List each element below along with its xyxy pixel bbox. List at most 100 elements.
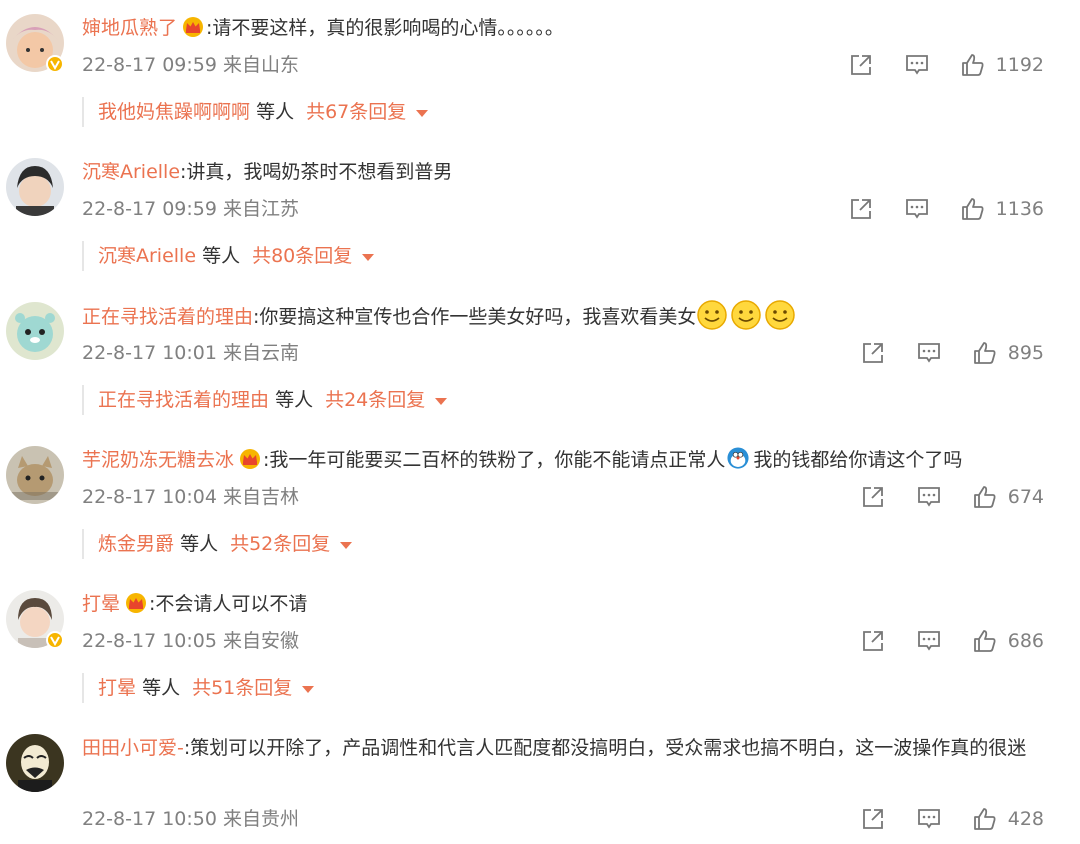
chevron-down-icon[interactable] (340, 541, 353, 549)
smile-emoji-icon (765, 300, 796, 330)
share-icon[interactable] (860, 340, 886, 366)
comment-line: 婶地瓜熟了:请不要这样，真的很影响喝的心情。。。。。。 (82, 11, 1050, 45)
comment-location: 来自江苏 (223, 198, 300, 220)
comment-meta: 22-8-17 10:04 来自吉林 (82, 482, 299, 512)
avatar[interactable] (6, 446, 64, 504)
comment-time: 22-8-17 10:04 (82, 486, 217, 508)
reply-username[interactable]: 正在寻找活着的理由 (98, 385, 269, 415)
comment-icon[interactable] (916, 628, 942, 654)
reply-etc: 等人 (256, 101, 295, 123)
like-count: 895 (1007, 342, 1044, 364)
thumbs-up-icon[interactable] (960, 52, 986, 78)
reply-summary[interactable]: 炼金男爵 等人 共52条回复 (82, 529, 353, 559)
comment-line: 田田小可爱-:策划可以开除了，产品调性和代言人匹配度都没搞明白，受众需求也搞不明… (82, 731, 1050, 765)
like-count: 428 (1007, 808, 1044, 830)
share-icon[interactable] (860, 806, 886, 832)
chevron-down-icon[interactable] (435, 397, 448, 405)
username-link[interactable]: 芋泥奶冻无糖去冰 (82, 449, 234, 471)
comment-meta: 22-8-17 10:05 来自安徽 (82, 626, 299, 656)
username-link[interactable]: 田田小可爱- (82, 737, 184, 759)
comment-location: 来自山东 (223, 54, 300, 76)
like-count: 674 (1007, 486, 1044, 508)
comment-text: :策划可以开除了，产品调性和代言人匹配度都没搞明白，受众需求也搞不明白，这一波操… (183, 737, 1027, 759)
like-count: 686 (1007, 630, 1044, 652)
reply-summary[interactable]: 我他妈焦躁啊啊啊 等人 共67条回复 (82, 97, 429, 127)
comment-time: 22-8-17 09:59 (82, 54, 217, 76)
chevron-down-icon[interactable] (416, 109, 429, 117)
verified-badge-icon (46, 631, 64, 649)
reply-count-link[interactable]: 共24条回复 (325, 385, 425, 415)
comment-line: 打晕 :不会请人可以不请 (82, 587, 1050, 621)
reply-summary[interactable]: 沉寒Arielle 等人 共80条回复 (82, 241, 375, 271)
reply-etc: 等人 (142, 677, 181, 699)
reply-count-link[interactable]: 共80条回复 (252, 241, 352, 271)
comment-text: :我一年可能要买二百杯的铁粉了，你能不能请点正常人 (263, 449, 726, 471)
comment-location: 来自云南 (223, 342, 300, 364)
username-link[interactable]: 沉寒Arielle (82, 161, 180, 183)
comment-meta: 22-8-17 10:01 来自云南 (82, 338, 299, 368)
smile-emoji-icon (731, 300, 762, 330)
comment-line: 沉寒Arielle:讲真，我喝奶茶时不想看到普男 (82, 155, 1050, 189)
avatar[interactable] (6, 302, 64, 360)
comment-meta: 22-8-17 09:59 来自山东 (82, 50, 299, 80)
reply-etc: 等人 (202, 245, 241, 267)
comment-icon[interactable] (916, 340, 942, 366)
comment-meta: 22-8-17 10:50 来自贵州 (82, 804, 299, 834)
share-icon[interactable] (848, 196, 874, 222)
crown-icon (126, 593, 147, 613)
reply-username[interactable]: 打晕 (98, 673, 136, 703)
doraemon-emoji-icon (727, 447, 749, 469)
comment-text: :不会请人可以不请 (149, 593, 308, 615)
thumbs-up-icon[interactable] (972, 340, 998, 366)
username-link[interactable]: 婶地瓜熟了 (82, 17, 177, 39)
comment-location: 来自安徽 (223, 630, 300, 652)
comment-icon[interactable] (916, 806, 942, 832)
comment-line: 正在寻找活着的理由:你要搞这种宣传也合作一些美女好吗，我喜欢看美女 (82, 299, 1050, 334)
reply-username[interactable]: 炼金男爵 (98, 529, 174, 559)
comment-location: 来自吉林 (223, 486, 300, 508)
comment-text: :讲真，我喝奶茶时不想看到普男 (180, 161, 453, 183)
comment-icon[interactable] (904, 52, 930, 78)
reply-summary[interactable]: 正在寻找活着的理由 等人 共24条回复 (82, 385, 448, 415)
crown-icon (183, 17, 204, 37)
reply-username[interactable]: 沉寒Arielle (98, 241, 196, 271)
comment-line: 芋泥奶冻无糖去冰 :我一年可能要买二百杯的铁粉了，你能不能请点正常人 我的钱都给你请… (82, 443, 1050, 477)
comment-location: 来自贵州 (223, 808, 300, 830)
comment-time: 22-8-17 09:59 (82, 198, 217, 220)
share-icon[interactable] (860, 628, 886, 654)
verified-badge-icon (46, 55, 64, 73)
like-count: 1192 (995, 54, 1044, 76)
reply-count-link[interactable]: 共51条回复 (192, 673, 292, 703)
thumbs-up-icon[interactable] (972, 806, 998, 832)
comment-actions: 674 (830, 482, 1044, 512)
comment-time: 22-8-17 10:05 (82, 630, 217, 652)
avatar[interactable] (6, 158, 64, 216)
comment-time: 22-8-17 10:50 (82, 808, 217, 830)
comment-meta: 22-8-17 09:59 来自江苏 (82, 194, 299, 224)
thumbs-up-icon[interactable] (972, 484, 998, 510)
chevron-down-icon[interactable] (302, 685, 315, 693)
thumbs-up-icon[interactable] (960, 196, 986, 222)
thumbs-up-icon[interactable] (972, 628, 998, 654)
chevron-down-icon[interactable] (362, 253, 375, 261)
share-icon[interactable] (848, 52, 874, 78)
crown-icon (240, 449, 261, 469)
reply-count-link[interactable]: 共52条回复 (230, 529, 330, 559)
share-icon[interactable] (860, 484, 886, 510)
reply-summary[interactable]: 打晕 等人 共51条回复 (82, 673, 315, 703)
reply-username[interactable]: 我他妈焦躁啊啊啊 (98, 97, 250, 127)
smile-emoji-icon (697, 300, 728, 330)
username-link[interactable]: 正在寻找活着的理由 (82, 306, 253, 328)
reply-count-link[interactable]: 共67条回复 (306, 97, 406, 127)
comment-actions: 428 (830, 804, 1044, 834)
comment-icon[interactable] (904, 196, 930, 222)
avatar[interactable] (6, 734, 64, 792)
reply-etc: 等人 (275, 389, 314, 411)
comment-text-continued: 我的钱都给你请这个了吗 (753, 449, 963, 471)
comment-actions: 895 (830, 338, 1044, 368)
comment-actions: 686 (830, 626, 1044, 656)
comment-icon[interactable] (916, 484, 942, 510)
comment-actions: 1136 (818, 194, 1044, 224)
username-link[interactable]: 打晕 (82, 593, 120, 615)
like-count: 1136 (995, 198, 1044, 220)
